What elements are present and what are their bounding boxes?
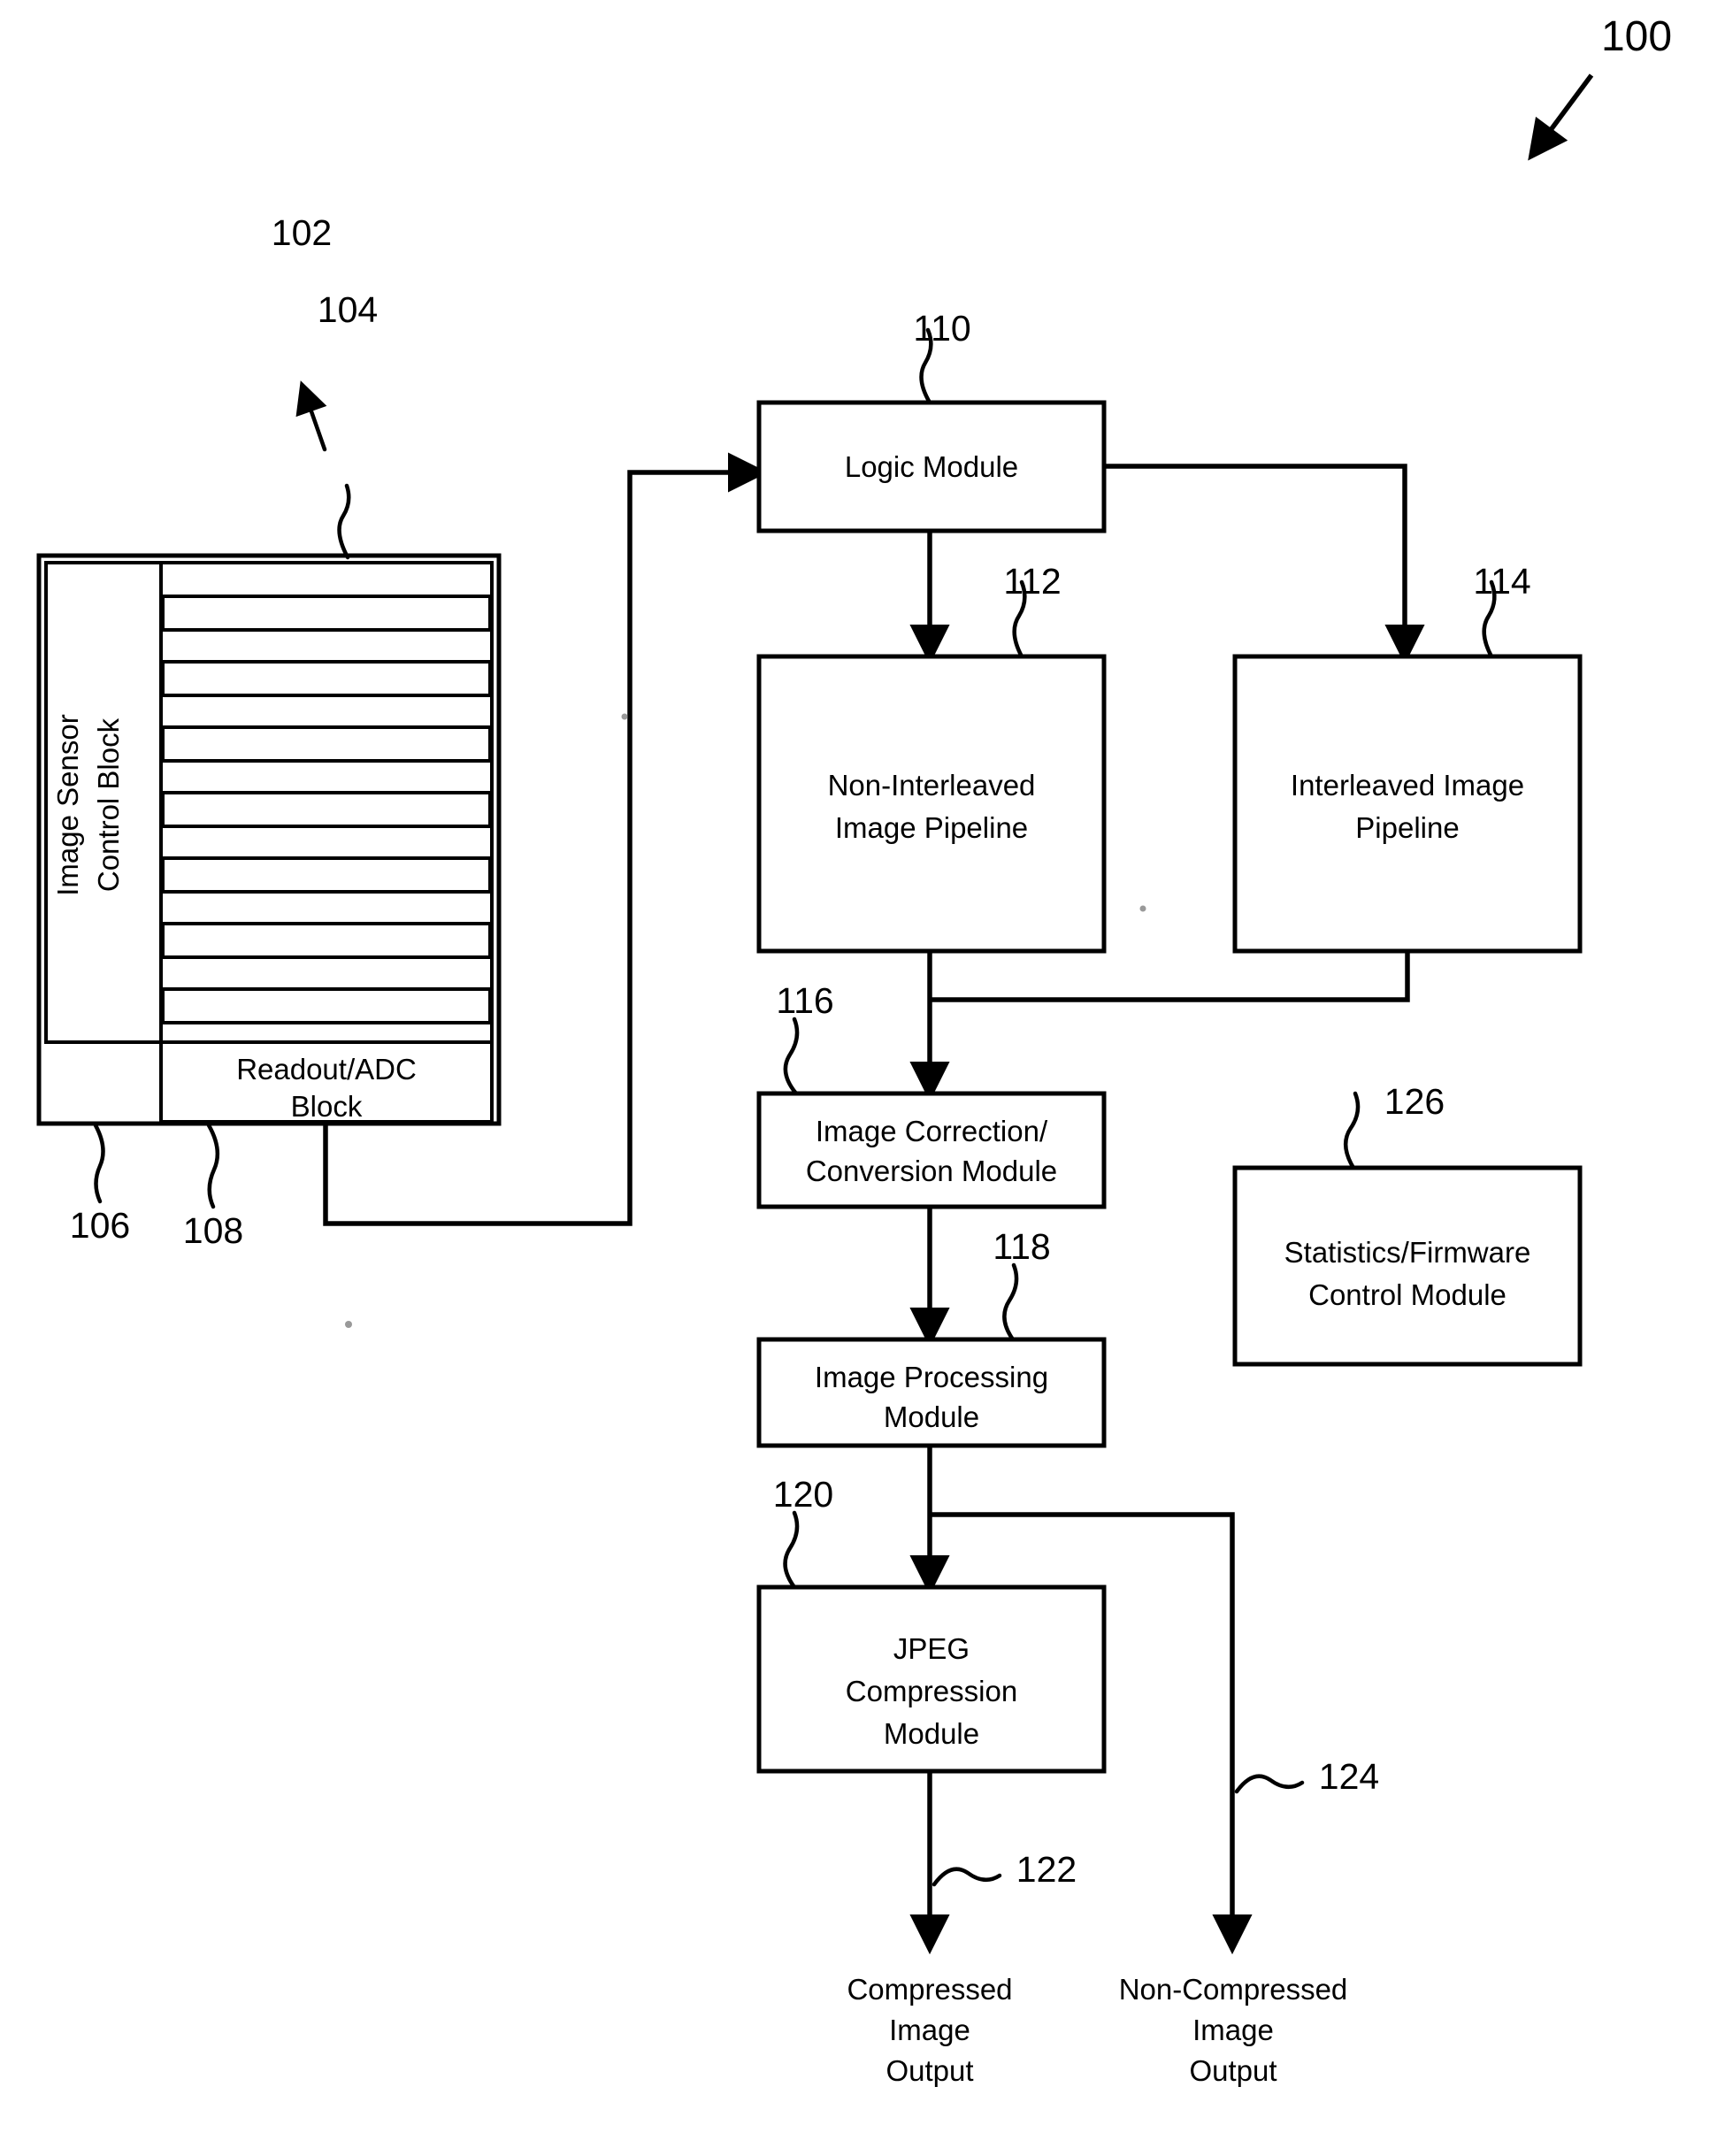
ref-114: 114 [1473, 561, 1531, 602]
leader-122 [932, 1867, 1002, 1887]
leader-106 [93, 1123, 105, 1204]
non-compressed-output-line1: Non-Compressed [1118, 1973, 1348, 2006]
non-compressed-output-line2: Image [1192, 2014, 1274, 2046]
non-compressed-image-output-label: Non-Compressed Image Output [1087, 1969, 1379, 2091]
stripe-row [161, 987, 492, 1024]
leader-120 [783, 1510, 800, 1590]
conn-logic-to-interleaved [1104, 464, 1425, 665]
image-correction-label-line2: Conversion Module [805, 1155, 1058, 1187]
compressed-output-line1: Compressed [847, 1973, 1013, 2006]
ref-102: 102 [271, 212, 333, 253]
stripe-row [161, 660, 492, 697]
non-interleaved-pipeline-label: Non-Interleaved Image Pipeline [759, 764, 1104, 849]
ref-122: 122 [1016, 1849, 1077, 1890]
jpeg-compression-module-label: JPEG Compression Module [759, 1628, 1104, 1755]
ref-118: 118 [993, 1226, 1051, 1267]
logic-module-label: Logic Module [844, 450, 1019, 483]
leader-116 [783, 1017, 800, 1096]
ref-116: 116 [776, 980, 834, 1021]
stripe-row [161, 725, 492, 763]
leader-102-arrow [295, 380, 327, 452]
leader-118 [1002, 1262, 1019, 1342]
image-sensor-control-block-label: Image Sensor [50, 610, 85, 1000]
ref-112: 112 [1003, 561, 1062, 602]
scan-speck [345, 1321, 352, 1328]
readout-adc-block-label: Readout/ADC Block [161, 1051, 492, 1125]
ref-106: 106 [69, 1205, 131, 1246]
stripe-row [161, 922, 492, 959]
interleaved-pipeline-label: Interleaved Image Pipeline [1235, 764, 1580, 849]
conn-interleaved-merge [930, 951, 1410, 1002]
ref-108: 108 [182, 1210, 244, 1251]
statistics-firmware-module-label: Statistics/Firmware Control Module [1231, 1231, 1583, 1316]
non-interleaved-pipeline-label-line2: Image Pipeline [834, 811, 1029, 844]
interleaved-pipeline-label-line2: Pipeline [1355, 811, 1460, 844]
jpeg-compression-label-line1: JPEG [893, 1632, 970, 1665]
image-sensor-control-block-label2: Control Block [90, 610, 126, 1000]
image-correction-label-line1: Image Correction/ [815, 1115, 1048, 1147]
compressed-image-output-label: Compressed Image Output [788, 1969, 1071, 2091]
ref-104: 104 [317, 289, 379, 330]
stripe-row [161, 856, 492, 894]
conn-pipelines-merge [909, 951, 1410, 1102]
logic-module-group [756, 327, 1107, 533]
scan-speck [621, 713, 628, 720]
compressed-output-line2: Image [889, 2014, 970, 2046]
image-sensor-control-block-label-line1: Image Sensor [51, 714, 84, 896]
stripe-row [161, 791, 492, 828]
image-processing-module-label: Image Processing Module [759, 1357, 1104, 1437]
ref-124: 124 [1318, 1756, 1380, 1797]
image-processing-label-line2: Module [883, 1400, 980, 1433]
leader-124 [1234, 1774, 1305, 1794]
ref-110: 110 [913, 308, 971, 349]
leader-108 [206, 1123, 220, 1209]
image-correction-module-label: Image Correction/ Conversion Module [755, 1111, 1108, 1191]
ref-126: 126 [1384, 1081, 1445, 1122]
scan-speck [1139, 905, 1146, 912]
statistics-firmware-module-group [1232, 1091, 1583, 1367]
jpeg-compression-label-line3: Module [883, 1717, 980, 1750]
figure-ref-100: 100 [1600, 13, 1673, 60]
image-sensor-control-block-label-line2: Control Block [92, 717, 125, 893]
figure-ref-100-arrow [1528, 73, 1594, 161]
patent-figure: 100 102 104 106 108 Image Sensor Control… [0, 0, 1725, 2156]
jpeg-compression-label-line2: Compression [845, 1675, 1018, 1707]
pixel-array-stripes [161, 595, 492, 1024]
statistics-firmware-label-line2: Control Module [1308, 1278, 1506, 1311]
non-compressed-output-line3: Output [1189, 2054, 1277, 2087]
ref-120: 120 [772, 1474, 834, 1515]
stripe-row [161, 595, 492, 632]
compressed-output-line3: Output [886, 2054, 974, 2087]
leader-104 [337, 483, 351, 560]
figure-ref-100-group [1528, 73, 1594, 161]
statistics-firmware-label-line1: Statistics/Firmware [1284, 1236, 1531, 1269]
non-interleaved-pipeline-label-line1: Non-Interleaved [827, 769, 1036, 802]
readout-adc-label-line1: Readout/ADC [236, 1053, 417, 1086]
leader-126 [1344, 1091, 1361, 1170]
readout-adc-label-line2: Block [290, 1090, 363, 1123]
image-processing-label-line1: Image Processing [814, 1361, 1049, 1393]
interleaved-pipeline-label-line1: Interleaved Image [1290, 769, 1525, 802]
